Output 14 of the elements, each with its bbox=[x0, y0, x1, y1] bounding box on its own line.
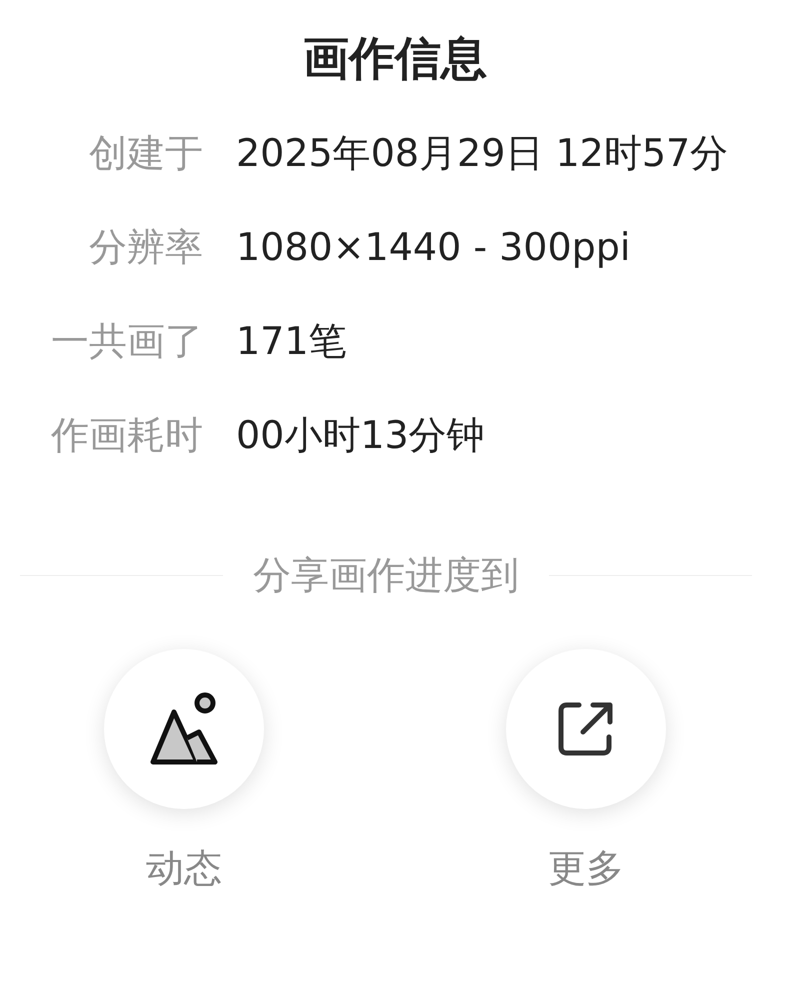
share-label: 动态 bbox=[146, 845, 222, 892]
info-label: 分辨率 bbox=[88, 224, 203, 271]
share-label: 更多 bbox=[548, 845, 624, 892]
mountain-icon bbox=[149, 692, 219, 766]
info-value: 00小时13分钟 bbox=[236, 412, 486, 459]
info-label: 一共画了 bbox=[50, 318, 203, 365]
section-heading: 分享画作进度到 bbox=[253, 552, 519, 599]
info-value: 2025年08月29日 12时57分 bbox=[236, 130, 730, 177]
info-value: 171笔 bbox=[236, 318, 348, 365]
info-label: 创建于 bbox=[88, 130, 203, 177]
sheet-title: 画作信息 bbox=[302, 30, 488, 87]
share-icon bbox=[557, 700, 615, 758]
info-value: 1080×1440 - 300ppi bbox=[236, 224, 632, 271]
info-label: 作画耗时 bbox=[50, 412, 203, 459]
